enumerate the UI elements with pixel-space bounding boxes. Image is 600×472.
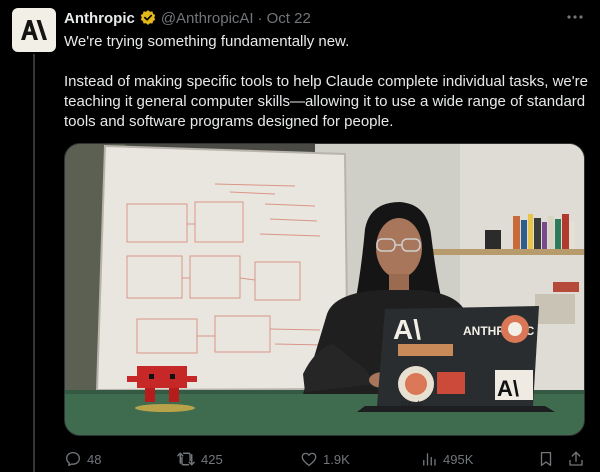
video-thumbnail[interactable]: ANTHROPIC A\ Claude A\ — [64, 143, 585, 436]
reply-icon — [66, 451, 80, 467]
tweet-date[interactable]: Oct 22 — [267, 10, 311, 27]
tweet-header: Anthropic @AnthropicAI · Oct 22 — [64, 8, 311, 28]
share-button[interactable] — [567, 448, 585, 470]
anthropic-logo-icon — [21, 20, 47, 40]
author-name[interactable]: Anthropic — [64, 10, 135, 27]
laptop-logo-sticker-large: A\ — [393, 314, 421, 345]
repost-icon — [177, 452, 195, 466]
bookmark-button[interactable] — [537, 448, 555, 470]
views-button[interactable]: 495K — [420, 448, 473, 470]
tweet-text: We're trying something fundamentally new… — [64, 32, 588, 132]
share-icon — [569, 451, 583, 466]
whiteboard — [97, 146, 348, 390]
verified-badge-icon[interactable] — [139, 9, 157, 27]
author-handle[interactable]: @AnthropicAI — [161, 10, 254, 27]
reply-count: 48 — [87, 451, 102, 467]
more-options-button[interactable] — [562, 6, 588, 28]
separator-dot: · — [257, 9, 263, 27]
repost-count: 425 — [201, 451, 223, 467]
reply-button[interactable]: 48 — [64, 448, 101, 470]
laptop: ANTHROPIC A\ Claude A\ — [357, 306, 555, 412]
bookmark-icon — [540, 451, 552, 467]
view-count: 495K — [443, 451, 474, 467]
repost-button[interactable]: 425 — [176, 448, 223, 470]
tweet-text-line2: Instead of making specific tools to help… — [64, 73, 588, 130]
like-count: 1.9K — [323, 451, 350, 467]
avatar[interactable] — [12, 8, 56, 52]
thread-line — [33, 54, 35, 472]
laptop-logo-sticker-small: A\ — [497, 376, 519, 401]
ellipsis-icon — [567, 15, 583, 19]
like-button[interactable]: 1.9K — [300, 448, 350, 470]
analytics-icon — [423, 453, 436, 466]
tweet-actions: 48 425 1.9K 495K — [64, 448, 588, 470]
tweet-text-line1: We're trying something fundamentally new… — [64, 33, 350, 50]
video-frame: ANTHROPIC A\ Claude A\ — [65, 144, 584, 435]
laptop-claude-sticker: Claude — [401, 401, 423, 408]
heart-icon — [301, 452, 317, 467]
tweet[interactable]: Anthropic @AnthropicAI · Oct 22 We're tr… — [0, 0, 600, 472]
